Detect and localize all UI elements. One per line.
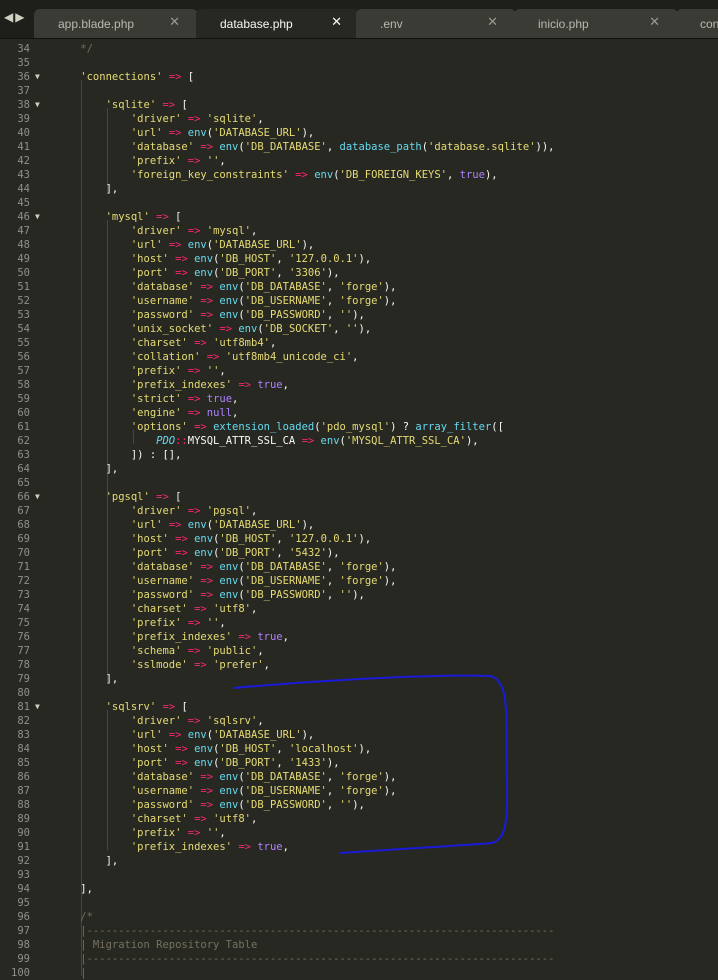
annotation-stroke [233, 674, 509, 854]
tab-conf[interactable]: conf [676, 9, 718, 38]
close-icon[interactable]: ✕ [649, 15, 660, 30]
close-icon[interactable]: ✕ [169, 15, 180, 30]
close-icon[interactable]: ✕ [487, 15, 498, 30]
tab-label: conf [700, 17, 718, 31]
nav-forward-icon[interactable]: ▶ [15, 10, 26, 24]
tab-bar: ◀▶ app.blade.php ✕ database.php ✕ .env ✕… [0, 0, 718, 39]
tab-label: app.blade.php [58, 17, 135, 31]
tab-label: inicio.php [538, 17, 589, 31]
tab-label: .env [380, 17, 403, 31]
tab-database-active[interactable]: database.php ✕ [196, 9, 360, 38]
tab-label: database.php [220, 17, 293, 31]
nav-back-icon[interactable]: ◀ [4, 10, 15, 24]
close-icon[interactable]: ✕ [331, 15, 342, 30]
tab-env[interactable]: .env ✕ [356, 9, 516, 38]
tab-inicio[interactable]: inicio.php ✕ [514, 9, 678, 38]
tab-app-blade[interactable]: app.blade.php ✕ [34, 9, 198, 38]
hand-drawn-annotation [233, 674, 509, 854]
tab-nav-arrows[interactable]: ◀▶ [4, 10, 26, 24]
